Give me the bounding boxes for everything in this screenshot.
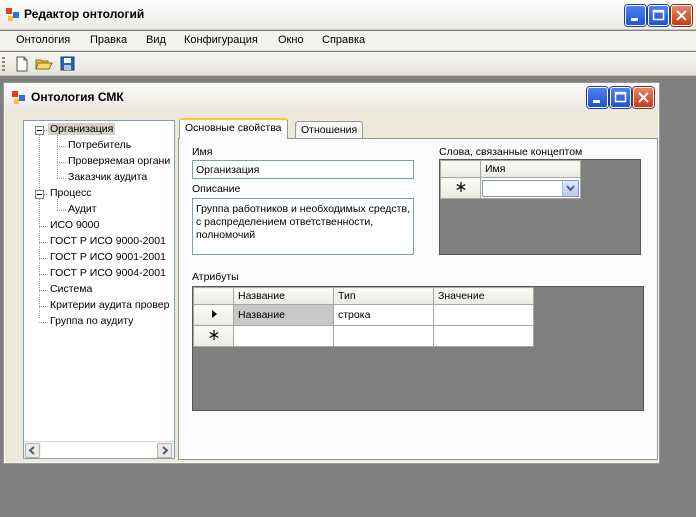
tree-item-iso-9000[interactable]: ИСО 9000	[50, 219, 99, 231]
menu-configuration[interactable]: Конфигурация	[184, 34, 258, 46]
arrow-left-icon	[28, 446, 35, 455]
grid-corner	[193, 287, 234, 305]
attributes-column-type[interactable]: Тип	[333, 287, 434, 305]
tree-horizontal-scrollbar[interactable]	[24, 441, 174, 458]
asterisk-icon	[208, 329, 219, 340]
attribute-type-cell[interactable]: строка	[333, 304, 434, 326]
related-words-grid[interactable]: Имя	[439, 159, 641, 255]
asterisk-icon	[455, 181, 466, 192]
description-field[interactable]: Группа работников и необходимых средств,…	[192, 198, 414, 255]
combo-dropdown-button[interactable]	[562, 180, 578, 196]
child-titlebar[interactable]: Онтология СМК	[4, 83, 659, 111]
row-pointer-icon	[211, 309, 217, 318]
menu-window[interactable]: Окно	[278, 34, 304, 46]
menu-view[interactable]: Вид	[146, 34, 166, 46]
collapse-process-toggle[interactable]	[35, 190, 44, 199]
tree-item-gost-9004[interactable]: ГОСТ Р ИСО 9004-2001	[50, 267, 166, 279]
tree-item-gost-9000[interactable]: ГОСТ Р ИСО 9000-2001	[50, 235, 166, 247]
minimize-icon	[593, 100, 600, 103]
app-title: Редактор онтологий	[24, 7, 145, 21]
scroll-right-button[interactable]	[157, 443, 172, 458]
tree-item-audit-team[interactable]: Группа по аудиту	[50, 315, 133, 327]
new-row-marker[interactable]	[440, 177, 481, 199]
grid-corner	[440, 160, 481, 178]
table-row[interactable]: Название строка	[193, 304, 534, 326]
tab-main-properties[interactable]: Основные свойства	[179, 118, 288, 139]
attributes-grid[interactable]: Название Тип Значение Название строка	[192, 286, 644, 411]
tree-item-system[interactable]: Система	[50, 283, 92, 295]
name-label: Имя	[192, 146, 213, 158]
child-close-button[interactable]	[633, 87, 654, 108]
name-field[interactable]: Организация	[192, 160, 414, 179]
minimize-button[interactable]	[625, 5, 646, 26]
attributes-column-name[interactable]: Название	[233, 287, 334, 305]
new-row-marker[interactable]	[193, 325, 234, 347]
main-titlebar: Редактор онтологий	[0, 0, 696, 30]
current-row-marker[interactable]	[193, 304, 234, 326]
attribute-value-cell[interactable]	[433, 304, 534, 326]
attributes-column-value[interactable]: Значение	[433, 287, 534, 305]
save-disk-icon	[60, 56, 75, 71]
tree-item-organization[interactable]: Организация	[48, 123, 116, 135]
maximize-icon	[652, 9, 665, 21]
concept-tree[interactable]: Организация Потребитель Проверяемая орга…	[23, 120, 175, 459]
tree-item-gost-9001[interactable]: ГОСТ Р ИСО 9001-2001	[50, 251, 166, 263]
tree-item-audit-client[interactable]: Заказчик аудита	[68, 171, 147, 183]
attributes-label: Атрибуты	[192, 271, 239, 283]
new-attribute-type-cell[interactable]	[333, 325, 434, 347]
scroll-left-button[interactable]	[25, 443, 40, 458]
scroll-track[interactable]	[41, 443, 157, 458]
maximize-button[interactable]	[648, 5, 669, 26]
window-icon	[12, 91, 25, 104]
open-folder-icon	[35, 59, 53, 70]
related-word-combo-cell[interactable]	[480, 177, 581, 199]
tree-item-audited-org[interactable]: Проверяемая органи	[68, 155, 170, 167]
toolbar-grip[interactable]	[2, 57, 5, 71]
tree-item-consumer[interactable]: Потребитель	[68, 139, 131, 151]
arrow-right-icon	[162, 446, 169, 455]
minimize-icon	[631, 18, 638, 21]
collapse-organization-toggle[interactable]	[35, 126, 44, 135]
new-attribute-value-cell[interactable]	[433, 325, 534, 347]
close-button[interactable]	[671, 5, 692, 26]
close-icon	[676, 10, 687, 21]
menu-edit[interactable]: Правка	[90, 34, 127, 46]
description-label: Описание	[192, 183, 241, 195]
child-minimize-button[interactable]	[587, 87, 608, 108]
app-icon	[6, 8, 19, 21]
table-row[interactable]	[193, 325, 534, 347]
close-icon	[638, 92, 649, 103]
related-word-combo[interactable]	[482, 179, 579, 197]
tab-page-main-properties: Имя Организация Описание Группа работник…	[178, 138, 658, 460]
new-attribute-name-cell[interactable]	[233, 325, 334, 347]
attribute-name-cell[interactable]: Название	[233, 304, 334, 326]
maximize-icon	[614, 91, 627, 103]
new-file-icon	[16, 56, 28, 72]
new-file-button[interactable]	[13, 55, 31, 73]
child-window-title: Онтология СМК	[31, 90, 124, 104]
related-words-label: Слова, связанные концептом	[439, 146, 583, 158]
chevron-down-icon	[566, 184, 575, 192]
save-button[interactable]	[59, 55, 77, 73]
tree-item-audit[interactable]: Аудит	[68, 203, 97, 215]
menu-ontology[interactable]: Онтология	[16, 34, 70, 46]
menu-help[interactable]: Справка	[322, 34, 365, 46]
toolbar	[0, 52, 696, 76]
tree-item-audit-criteria[interactable]: Критерии аудита провер	[50, 299, 169, 311]
menubar: Онтология Правка Вид Конфигурация Окно С…	[0, 31, 696, 51]
related-words-column-name[interactable]: Имя	[480, 160, 581, 178]
child-maximize-button[interactable]	[610, 87, 631, 108]
open-folder-button[interactable]	[35, 55, 53, 73]
tree-item-process[interactable]: Процесс	[50, 187, 91, 199]
